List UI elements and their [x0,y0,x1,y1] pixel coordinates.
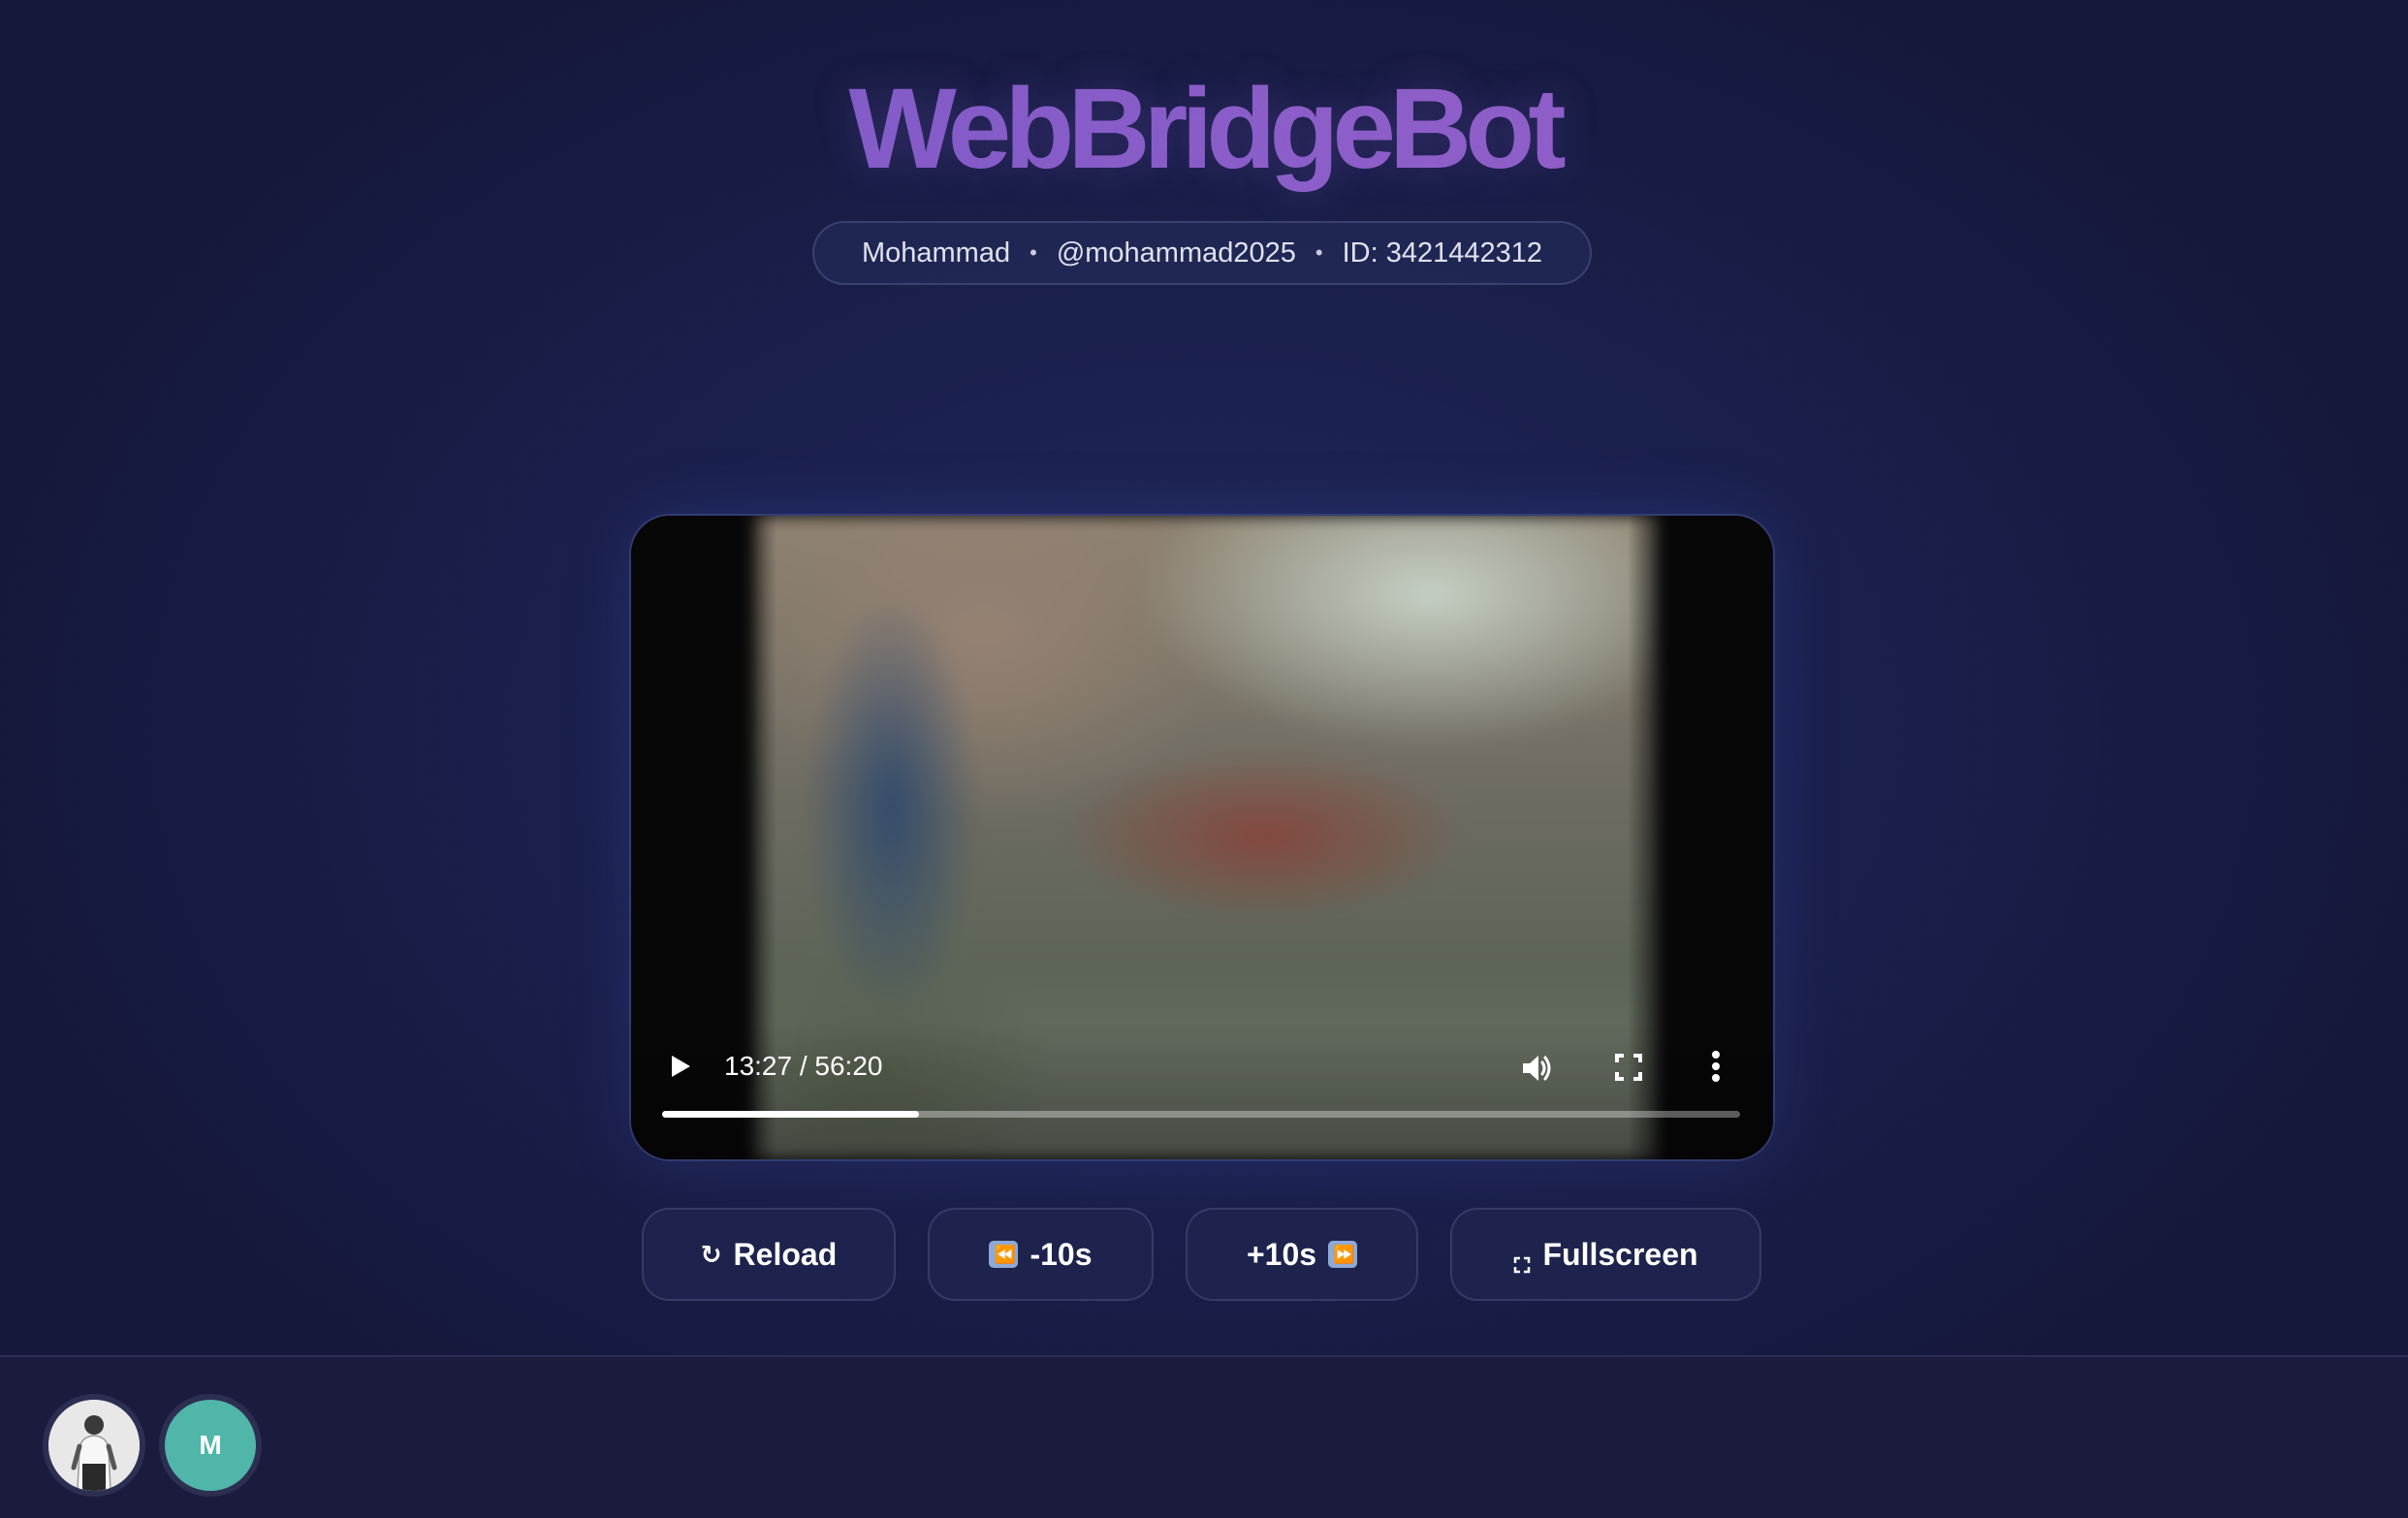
fullscreen-icon[interactable] [1612,1051,1645,1084]
user-name: Mohammad [861,237,1011,269]
fast-forward-icon: ⏩ [1328,1241,1358,1268]
reload-label: Reload [733,1236,838,1272]
user-id: ID: 3421442312 [1342,237,1542,269]
app-title: WebBridgeBot [0,56,2408,202]
play-icon[interactable] [664,1051,695,1082]
volume-icon[interactable] [1517,1049,1556,1088]
avatar[interactable]: M [159,1394,262,1497]
user-info-badge: Mohammad • @mohammad2025 • ID: 342144231… [812,221,1592,285]
fullscreen-button[interactable]: Fullscreen [1450,1208,1761,1301]
avatar-initial: M [199,1430,222,1460]
user-photo-icon [48,1400,140,1491]
controls-overlay [631,1024,1773,1159]
fullscreen-icon [1513,1246,1531,1274]
rewind-icon: ⏪ [989,1241,1019,1268]
more-vertical-icon[interactable] [1709,1047,1723,1086]
fullscreen-label: Fullscreen [1542,1236,1698,1272]
seek-bar[interactable] [662,1111,1740,1118]
separator-dot: • [1030,240,1037,265]
video-player[interactable]: 13:27 / 56:20 [631,516,1773,1159]
rewind-10s-button[interactable]: ⏪ -10s [928,1208,1154,1301]
separator-dot: • [1315,240,1323,265]
forward-label: +10s [1246,1236,1317,1272]
avatar[interactable] [43,1394,145,1497]
forward-10s-button[interactable]: +10s ⏩ [1186,1208,1418,1301]
seek-progress [662,1111,919,1118]
reload-icon: ↻ [700,1240,722,1269]
rewind-label: -10s [1030,1236,1093,1272]
time-display: 13:27 / 56:20 [724,1051,883,1081]
reload-button[interactable]: ↻ Reload [642,1208,896,1301]
user-handle: @mohammad2025 [1056,237,1296,269]
footer-bar: M [0,1355,2408,1518]
